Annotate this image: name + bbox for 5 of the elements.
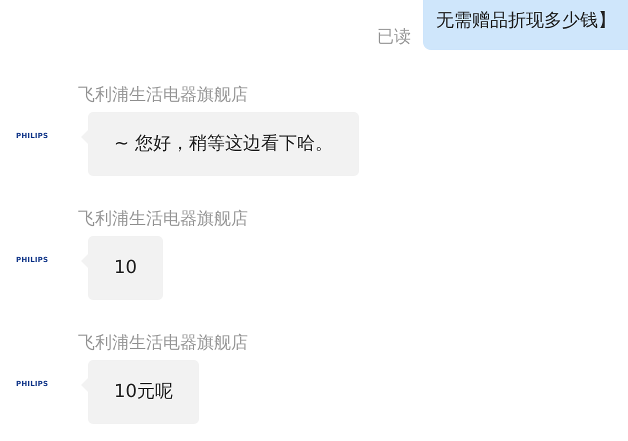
read-status: 已读 xyxy=(377,26,411,48)
sender-name: 飞利浦生活电器旗舰店 xyxy=(78,332,249,354)
sent-message-bubble: 无需赠品折现多少钱】 xyxy=(423,0,628,50)
sender-name: 飞利浦生活电器旗舰店 xyxy=(78,208,249,230)
sender-name: 飞利浦生活电器旗舰店 xyxy=(78,84,249,106)
